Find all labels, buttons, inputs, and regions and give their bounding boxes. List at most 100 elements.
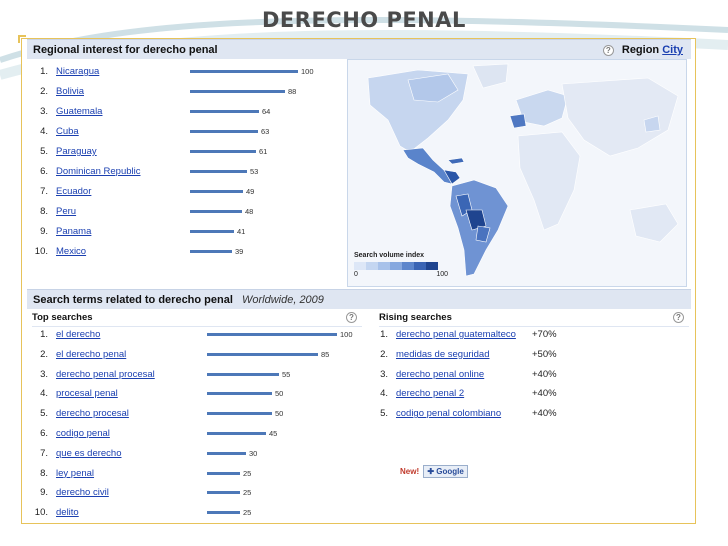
region-link[interactable]: Guatemala <box>56 105 102 119</box>
region-link[interactable]: Panama <box>56 225 91 239</box>
legend-swatch <box>390 262 402 270</box>
legend-swatch <box>414 262 426 270</box>
region-row: 3. Guatemala 64 <box>32 105 332 119</box>
region-selector: ? Region City <box>602 40 683 60</box>
top-search-link[interactable]: procesal penal <box>56 387 118 401</box>
rising-search-link[interactable]: derecho penal online <box>396 368 484 382</box>
region-rank: 2. <box>40 86 48 97</box>
rising-change: +70% <box>532 329 557 340</box>
rising-search-link[interactable]: medidas de seguridad <box>396 348 489 362</box>
top-search-link[interactable]: derecho penal procesal <box>56 368 155 382</box>
google-button[interactable]: ✚ Google <box>423 465 468 478</box>
region-bar <box>190 70 298 73</box>
region-link[interactable]: Mexico <box>56 245 86 259</box>
legend-swatch <box>402 262 414 270</box>
rising-change: +40% <box>532 388 557 400</box>
top-search-bar <box>207 511 240 515</box>
region-value: 100 <box>301 67 314 76</box>
top-search-value: 50 <box>275 409 284 419</box>
region-link[interactable]: Ecuador <box>56 185 91 199</box>
search-volume-legend: Search volume index 0 100 <box>354 252 448 278</box>
top-search-value: 100 <box>340 330 353 339</box>
top-search-row: 6. codigo penal 45 <box>32 427 362 441</box>
top-search-link[interactable]: el derecho <box>56 328 100 342</box>
top-search-rank: 8. <box>40 467 48 479</box>
top-search-bar <box>207 352 318 356</box>
top-search-value: 45 <box>269 429 278 438</box>
rising-search-row: 4. derecho penal 2 +40% <box>372 387 682 401</box>
region-row: 4. Cuba 63 <box>32 125 332 139</box>
top-search-row: 8. ley penal 25 <box>32 467 362 481</box>
region-value: 39 <box>235 247 244 256</box>
related-header: Search terms related to derecho penal Wo… <box>27 289 691 309</box>
region-row: 8. Peru 48 <box>32 205 332 219</box>
region-rank: 7. <box>40 186 48 197</box>
world-map[interactable]: Search volume index 0 100 <box>347 59 687 287</box>
top-search-value: 25 <box>243 508 252 518</box>
new-label: New! <box>400 467 420 476</box>
help-icon[interactable]: ? <box>602 44 614 56</box>
top-search-bar <box>207 392 272 396</box>
divider <box>32 326 362 327</box>
plus-icon: ✚ <box>427 467 435 476</box>
rising-search-link[interactable]: codigo penal colombiano <box>396 407 501 421</box>
legend-swatch <box>354 262 366 270</box>
region-link[interactable]: Nicaragua <box>56 65 99 79</box>
legend-swatch <box>426 262 438 270</box>
region-value: 48 <box>245 207 254 216</box>
rising-searches-help-icon[interactable]: ? <box>673 312 684 323</box>
top-search-row: 9. derecho civil 25 <box>32 486 362 500</box>
top-search-value: 50 <box>275 389 284 399</box>
rising-search-row: 3. derecho penal online +40% <box>372 368 682 382</box>
rising-change: +40% <box>532 408 557 420</box>
new-google-link[interactable]: New! ✚ Google <box>400 465 468 478</box>
regional-header: Regional interest for derecho penal ? Re… <box>27 39 691 59</box>
top-search-value: 30 <box>249 448 258 458</box>
rising-search-link[interactable]: derecho penal guatemalteco <box>396 328 516 342</box>
top-search-bar <box>207 471 240 475</box>
top-search-row: 10. delito 25 <box>32 506 362 520</box>
top-search-rank: 9. <box>40 487 48 499</box>
top-search-row: 2. el derecho penal 85 <box>32 348 362 362</box>
top-searches-header: Top searches ? <box>32 311 362 325</box>
legend-min: 0 <box>354 271 358 278</box>
region-link[interactable]: Cuba <box>56 125 79 139</box>
region-link[interactable]: Paraguay <box>56 145 97 159</box>
top-search-value: 25 <box>243 488 252 498</box>
slide-title: DERECHO PENAL <box>262 8 466 32</box>
region-value: 88 <box>288 87 297 96</box>
top-search-bar <box>207 451 246 455</box>
region-rank: 10. <box>34 246 48 257</box>
top-search-value: 55 <box>282 369 291 379</box>
region-link[interactable]: Peru <box>56 205 76 219</box>
region-link[interactable]: Bolivia <box>56 85 84 99</box>
region-link[interactable]: Dominican Republic <box>56 165 140 179</box>
rising-search-rank: 4. <box>380 388 388 400</box>
top-search-link[interactable]: delito <box>56 506 79 520</box>
region-bar <box>190 250 232 253</box>
region-rank: 9. <box>40 226 48 237</box>
top-search-rank: 7. <box>40 447 48 459</box>
top-search-link[interactable]: ley penal <box>56 467 94 481</box>
top-search-link[interactable]: codigo penal <box>56 427 110 441</box>
region-value: 64 <box>262 107 271 116</box>
top-search-link[interactable]: derecho civil <box>56 486 109 500</box>
top-search-rank: 5. <box>40 408 48 420</box>
top-search-link[interactable]: que es derecho <box>56 447 122 461</box>
legend-title: Search volume index <box>354 252 425 259</box>
rising-search-link[interactable]: derecho penal 2 <box>396 387 464 401</box>
rising-change: +50% <box>532 348 557 360</box>
top-searches-title: Top searches <box>32 312 93 323</box>
top-search-bar <box>207 412 272 416</box>
rising-search-rank: 2. <box>380 348 388 360</box>
region-city-link[interactable]: City <box>662 44 683 56</box>
region-row: 5. Paraguay 61 <box>32 145 332 159</box>
top-search-row: 3. derecho penal procesal 55 <box>32 368 362 382</box>
top-search-link[interactable]: derecho procesal <box>56 407 129 421</box>
top-searches-help-icon[interactable]: ? <box>346 312 357 323</box>
region-rank: 5. <box>40 146 48 157</box>
top-search-link[interactable]: el derecho penal <box>56 348 126 362</box>
legend-max: 100 <box>436 271 448 278</box>
top-search-rank: 10. <box>34 507 48 519</box>
region-bar <box>190 230 234 233</box>
